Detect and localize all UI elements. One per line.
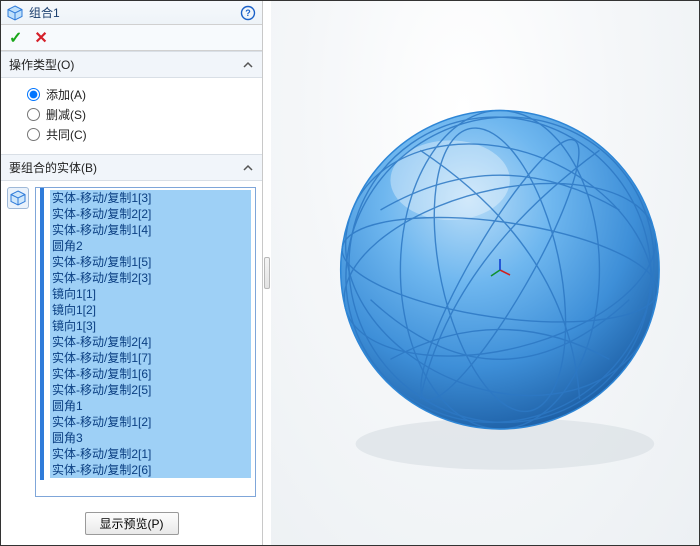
radio-common[interactable]: 共同(C) [27,124,246,144]
radio-common-label: 共同(C) [46,126,87,143]
show-preview-button[interactable]: 显示预览(P) [85,512,179,535]
list-item[interactable]: 实体-移动/复制2[2] [50,206,251,222]
radio-common-input[interactable] [27,128,40,141]
list-item[interactable]: 实体-移动/复制1[5] [50,254,251,270]
list-item[interactable]: 圆角2 [50,238,251,254]
panel-splitter[interactable] [263,1,271,545]
bodies-section-header[interactable]: 要组合的实体(B) [1,154,262,181]
viewport-3d[interactable] [271,1,699,545]
radio-subtract-input[interactable] [27,108,40,121]
cancel-button[interactable]: ✕ [34,28,47,48]
operation-section-header[interactable]: 操作类型(O) [1,51,262,78]
list-item[interactable]: 镜向1[1] [50,286,251,302]
radio-subtract[interactable]: 删减(S) [27,104,246,124]
list-item[interactable]: 镜向1[2] [50,302,251,318]
list-item[interactable]: 实体-移动/复制2[4] [50,334,251,350]
bodies-listbox[interactable]: 实体-移动/复制1[3]实体-移动/复制2[2]实体-移动/复制1[4]圆角2实… [35,187,256,497]
list-item[interactable]: 圆角3 [50,430,251,446]
list-item[interactable]: 镜向1[3] [50,318,251,334]
select-body-icon[interactable] [7,187,29,209]
bodies-header-label: 要组合的实体(B) [9,159,97,176]
chevron-up-icon [242,59,254,71]
bodies-selection-area: 实体-移动/复制1[3]实体-移动/复制2[2]实体-移动/复制1[4]圆角2实… [1,181,262,504]
origin-triad-icon [486,256,514,284]
sphere-rendering [271,1,699,544]
list-item[interactable]: 圆角1 [50,398,251,414]
titlebar: 组合1 ? [1,1,262,25]
help-icon[interactable]: ? [240,5,256,21]
list-item[interactable]: 实体-移动/复制2[6] [50,462,251,478]
list-item[interactable]: 实体-移动/复制1[6] [50,366,251,382]
svg-text:?: ? [245,8,251,18]
radio-add[interactable]: 添加(A) [27,84,246,104]
list-item[interactable]: 实体-移动/复制1[7] [50,350,251,366]
feature-cube-icon [7,5,23,21]
list-item[interactable]: 实体-移动/复制1[4] [50,222,251,238]
list-item[interactable]: 实体-移动/复制1[3] [50,190,251,206]
app-root: 组合1 ? ✓ ✕ 操作类型(O) 添加(A) [0,0,700,546]
operation-header-label: 操作类型(O) [9,56,74,73]
splitter-grip-icon [264,257,270,289]
list-item[interactable]: 实体-移动/复制1[2] [50,414,251,430]
panel-footer: 显示预览(P) [1,504,262,545]
ok-button[interactable]: ✓ [9,28,22,48]
radio-add-input[interactable] [27,88,40,101]
operation-radios: 添加(A) 删减(S) 共同(C) [1,78,262,154]
radio-subtract-label: 删减(S) [46,106,86,123]
chevron-up-icon [242,162,254,174]
property-panel: 组合1 ? ✓ ✕ 操作类型(O) 添加(A) [1,1,263,545]
radio-add-label: 添加(A) [46,86,86,103]
list-item[interactable]: 实体-移动/复制2[1] [50,446,251,462]
list-item[interactable]: 实体-移动/复制2[5] [50,382,251,398]
confirm-toolbar: ✓ ✕ [1,25,262,51]
list-item[interactable]: 实体-移动/复制2[3] [50,270,251,286]
panel-title: 组合1 [29,4,240,21]
